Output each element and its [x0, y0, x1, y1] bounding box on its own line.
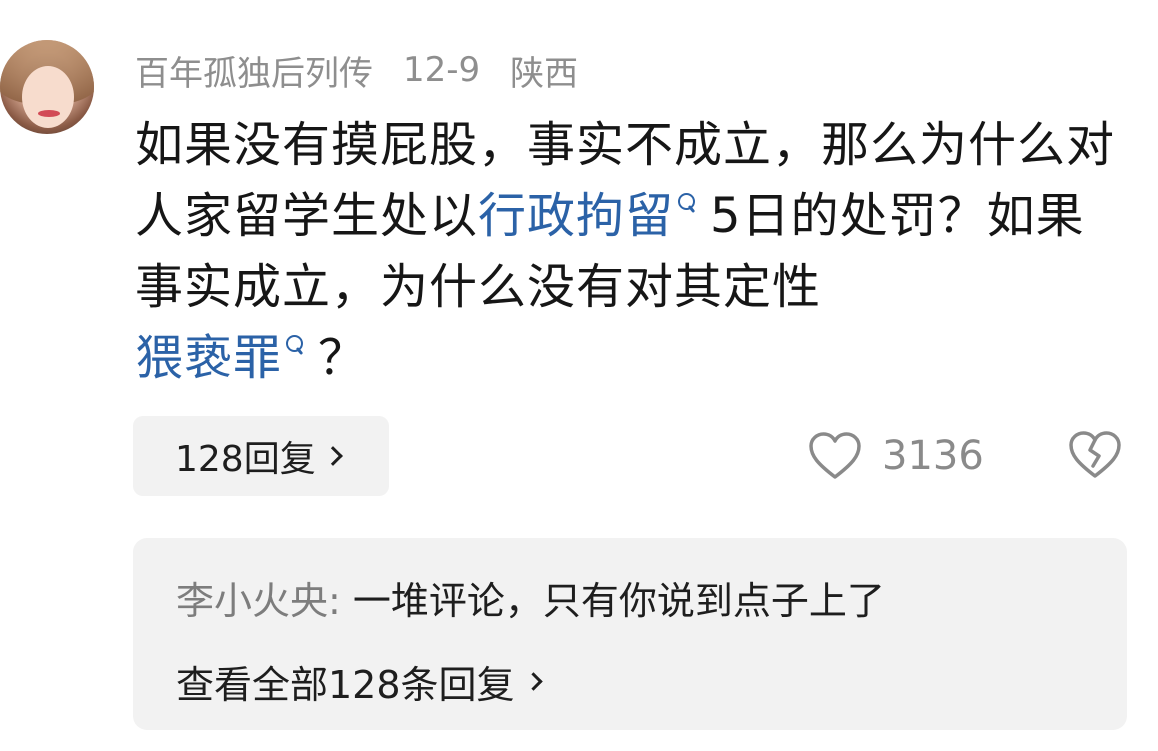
search-link-detention[interactable]: 行政拘留 [478, 188, 674, 244]
avatar-face [22, 66, 74, 128]
broken-heart-icon[interactable] [1068, 430, 1122, 480]
avatar-lips [38, 110, 60, 117]
replies-panel[interactable]: 李小火央: 一堆评论，只有你说到点子上了 查看全部128条回复 [133, 538, 1127, 730]
reply-count-label: 128回复 [175, 439, 316, 480]
heart-outline-icon [809, 432, 861, 479]
comment-body: 如果没有摸屁股，事实不成立，那么为什么对人家留学生处以行政拘留 5日的处罚？如果事… [135, 110, 1125, 394]
reply-count-button[interactable]: 128回复 [133, 416, 389, 496]
comment-date: 12-9 [403, 50, 481, 90]
chevron-right-icon [322, 446, 343, 466]
reply-author[interactable]: 李小火央: [176, 579, 341, 623]
comment-thread: 百年孤独后列传 12-9 陕西 如果没有摸屁股，事实不成立，那么为什么对人家留学… [0, 0, 1158, 751]
reply-text: 一堆评论，只有你说到点子上了 [340, 579, 885, 623]
view-all-replies-link[interactable]: 查看全部128条回复 [176, 654, 543, 709]
chevron-right-icon [523, 672, 543, 691]
like-button[interactable]: 3136 [808, 428, 984, 484]
comment-location: 陕西 [510, 53, 579, 94]
search-icon[interactable] [676, 193, 696, 215]
comment-text-3: ？ [318, 330, 368, 386]
like-count: 3136 [882, 433, 984, 479]
search-link-indecency[interactable]: 猥亵罪 [135, 330, 282, 386]
author-name[interactable]: 百年孤独后列传 [135, 46, 373, 95]
avatar[interactable] [0, 40, 94, 134]
view-all-label: 查看全部128条回复 [176, 663, 515, 707]
comment-meta: 百年孤独后列传 12-9 陕西 [135, 46, 608, 95]
search-icon[interactable] [284, 335, 304, 357]
reply-preview[interactable]: 李小火央: 一堆评论，只有你说到点子上了 [176, 570, 885, 625]
